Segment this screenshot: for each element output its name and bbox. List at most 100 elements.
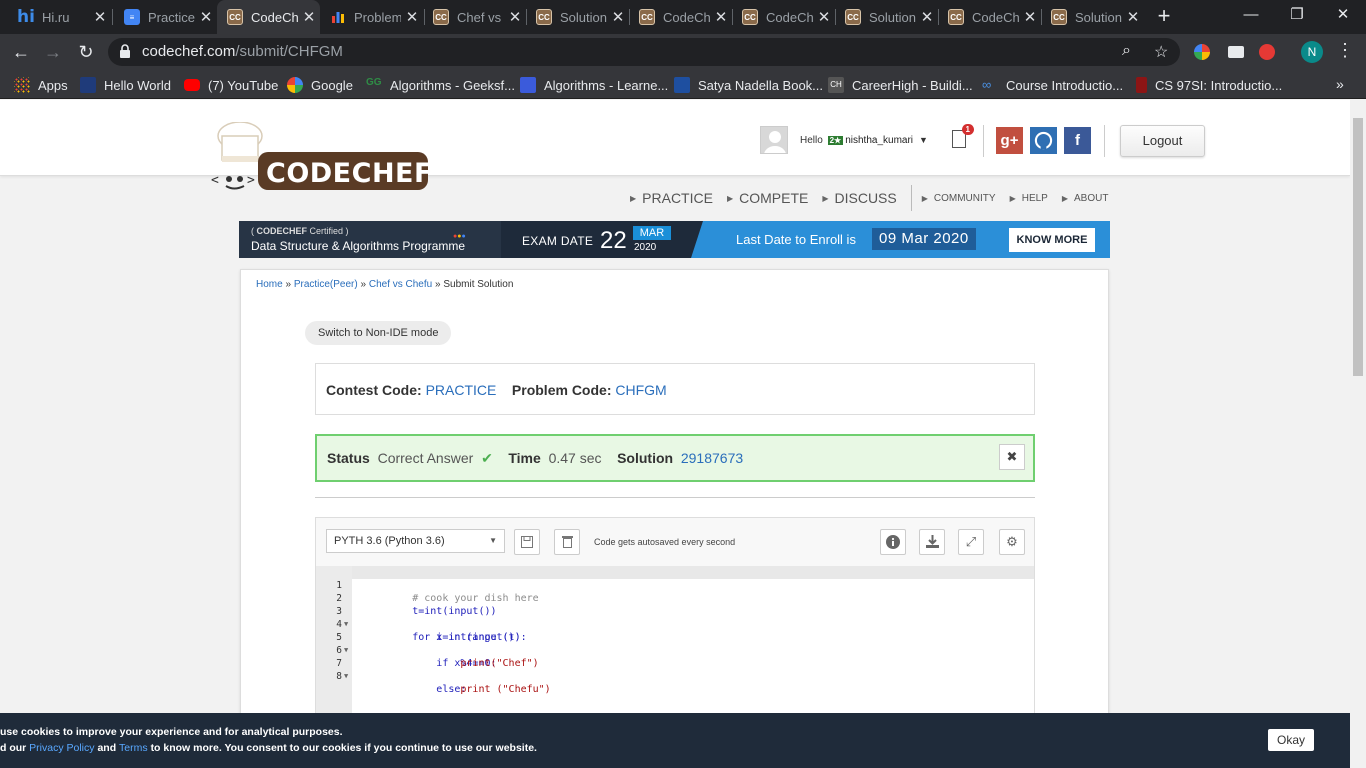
close-icon[interactable]: ✕ bbox=[916, 8, 938, 26]
codechef-logo[interactable]: < > CODECHEF bbox=[210, 122, 435, 200]
bookmark-youtube[interactable]: (7) YouTube bbox=[184, 76, 278, 94]
tab-solution[interactable]: CC Solution ✕ bbox=[1041, 0, 1144, 34]
close-icon[interactable]: ✕ bbox=[1019, 8, 1041, 26]
window-close-button[interactable]: ✕ bbox=[1320, 0, 1366, 30]
breadcrumb-problem[interactable]: Chef vs Chefu bbox=[369, 279, 432, 290]
tab-strip: hi Hi.ru ✕ ≡ Practice ✕ CC CodeChef ✕ Pr… bbox=[0, 0, 1366, 34]
privacy-policy-link[interactable]: Privacy Policy bbox=[29, 742, 94, 754]
close-icon[interactable]: ✕ bbox=[607, 8, 629, 26]
fullscreen-icon[interactable]: ⤢ bbox=[958, 529, 984, 555]
bookmark-satya-nadella[interactable]: Satya Nadella Book... bbox=[674, 76, 823, 94]
tab-codechef-active[interactable]: CC CodeChef ✕ bbox=[217, 0, 320, 34]
close-icon[interactable]: ✕ bbox=[1122, 8, 1144, 26]
gear-icon[interactable]: ⚙ bbox=[999, 529, 1025, 555]
fold-icon[interactable]: ▼ bbox=[344, 618, 348, 631]
breadcrumb-practice[interactable]: Practice(Peer) bbox=[294, 279, 358, 290]
bookmark-course-intro[interactable]: ∞ Course Introductio... bbox=[982, 76, 1123, 94]
tab-codechef[interactable]: CC CodeChef ✕ bbox=[732, 0, 835, 34]
tab-codechef[interactable]: CC CodeChef ✕ bbox=[938, 0, 1041, 34]
new-tab-button[interactable]: + bbox=[1152, 4, 1176, 28]
fold-icon[interactable]: ▼ bbox=[344, 670, 348, 683]
contest-code-label: Contest Code: bbox=[326, 382, 422, 398]
logout-button[interactable]: Logout bbox=[1120, 125, 1205, 157]
bookmark-cs97si[interactable]: CS 97SI: Introductio... bbox=[1136, 76, 1282, 94]
github-icon[interactable] bbox=[1030, 127, 1057, 154]
back-button[interactable]: ← bbox=[8, 39, 34, 65]
tab-codechef[interactable]: CC CodeChef ✕ bbox=[629, 0, 732, 34]
nav-about[interactable]: ▶ ABOUT bbox=[1062, 193, 1109, 204]
nav-compete[interactable]: ▶ COMPETE bbox=[727, 190, 808, 206]
page-scrollbar[interactable] bbox=[1350, 100, 1366, 768]
bookmark-apps[interactable]: Apps bbox=[14, 76, 68, 94]
close-icon[interactable]: ✕ bbox=[504, 8, 526, 26]
address-bar[interactable]: codechef.com/submit/CHFGM ⌕ ☆ bbox=[108, 38, 1180, 66]
check-icon: ✔ bbox=[481, 450, 493, 466]
cookie-text: to know more. You consent to our cookies… bbox=[150, 742, 537, 754]
close-icon[interactable]: ✕ bbox=[710, 8, 732, 26]
minimize-button[interactable]: — bbox=[1228, 0, 1274, 30]
bookmark-algorithms-learner[interactable]: Algorithms - Learne... bbox=[520, 76, 668, 94]
extension-folder-icon[interactable] bbox=[1228, 46, 1244, 58]
bookmarks-overflow-icon[interactable]: » bbox=[1336, 76, 1344, 92]
tab-problem[interactable]: Problem ✕ bbox=[320, 0, 423, 34]
stanford-icon bbox=[1136, 77, 1147, 93]
bookmark-geeksforgeeks[interactable]: GG Algorithms - Geeksf... bbox=[366, 76, 515, 94]
code-line: 3 ▼ for i in range (t): bbox=[336, 592, 1034, 643]
cookie-okay-button[interactable]: Okay bbox=[1268, 729, 1314, 751]
banner-exam-label: EXAM DATE bbox=[522, 234, 594, 248]
scrollbar-thumb[interactable] bbox=[1353, 118, 1363, 376]
time-label: Time bbox=[508, 450, 541, 466]
tab-chef-vs[interactable]: CC Chef vs ✕ bbox=[423, 0, 526, 34]
info-icon[interactable] bbox=[880, 529, 906, 555]
reload-button[interactable]: ↻ bbox=[73, 39, 99, 65]
contest-code-value[interactable]: PRACTICE bbox=[426, 382, 497, 398]
zoom-icon[interactable]: ⌕ bbox=[1122, 42, 1131, 60]
browser-menu-icon[interactable]: ⋮ bbox=[1336, 40, 1354, 61]
certification-banner[interactable]: ( CODECHEF Certified ) Data Structure & … bbox=[239, 221, 1110, 258]
problem-code-value[interactable]: CHFGM bbox=[615, 382, 666, 398]
restore-button[interactable]: ❐ bbox=[1274, 0, 1320, 30]
bookmark-hello-world[interactable]: Hello World bbox=[80, 76, 171, 94]
bookmark-star-icon[interactable]: ☆ bbox=[1154, 42, 1168, 62]
tab-hi-ru[interactable]: hi Hi.ru ✕ bbox=[8, 0, 111, 34]
trash-icon[interactable] bbox=[554, 529, 580, 555]
close-icon[interactable]: ✕ bbox=[813, 8, 835, 26]
fold-icon[interactable]: ▼ bbox=[344, 644, 348, 657]
tab-solution[interactable]: CC Solution ✕ bbox=[526, 0, 629, 34]
solution-link[interactable]: 29187673 bbox=[681, 450, 743, 466]
close-icon[interactable]: ✕ bbox=[89, 8, 111, 26]
google-plus-icon[interactable]: g+ bbox=[996, 127, 1023, 154]
nav-community[interactable]: ▶ COMMUNITY bbox=[922, 193, 996, 204]
close-icon[interactable]: ✕ bbox=[195, 8, 217, 26]
extension-icon[interactable] bbox=[1194, 44, 1210, 60]
nav-discuss[interactable]: ▶ DISCUSS bbox=[822, 190, 896, 206]
close-status-button[interactable]: ✖ bbox=[999, 444, 1025, 470]
close-icon[interactable]: ✕ bbox=[298, 8, 320, 26]
save-icon[interactable] bbox=[514, 529, 540, 555]
extension-red-icon[interactable] bbox=[1259, 44, 1275, 60]
nav-help[interactable]: ▶ HELP bbox=[1010, 193, 1048, 204]
switch-mode-button[interactable]: Switch to Non-IDE mode bbox=[305, 321, 452, 345]
close-icon[interactable]: ✕ bbox=[401, 8, 423, 26]
breadcrumb-home[interactable]: Home bbox=[256, 279, 283, 290]
terms-link[interactable]: Terms bbox=[119, 742, 148, 754]
tab-label: Problem bbox=[354, 9, 401, 25]
download-icon[interactable] bbox=[919, 529, 945, 555]
know-more-button[interactable]: KNOW MORE bbox=[1009, 228, 1095, 252]
codechef-icon: CC bbox=[948, 9, 964, 25]
language-select[interactable]: PYTH 3.6 (Python 3.6) ▼ bbox=[326, 529, 505, 553]
status-box: Status Correct Answer ✔ Time 0.47 sec So… bbox=[315, 434, 1035, 482]
profile-avatar[interactable]: N bbox=[1301, 41, 1323, 63]
tab-label: Hi.ru bbox=[42, 9, 70, 25]
forward-button[interactable]: → bbox=[40, 39, 66, 65]
facebook-icon[interactable]: f bbox=[1064, 127, 1091, 154]
nav-practice[interactable]: ▶ PRACTICE bbox=[630, 190, 713, 206]
bookmark-google[interactable]: Google bbox=[287, 76, 353, 94]
tab-solution[interactable]: CC Solution ✕ bbox=[835, 0, 938, 34]
tab-practice[interactable]: ≡ Practice ✕ bbox=[114, 0, 217, 34]
code-line: 7 ▼ else: bbox=[336, 644, 1034, 695]
user-menu[interactable]: Hello 2★ nishtha_kumari ▼ bbox=[760, 126, 928, 154]
bookmark-careerhigh[interactable]: CH CareerHigh - Buildi... bbox=[828, 76, 973, 94]
notification-icon[interactable]: 1 bbox=[952, 124, 974, 148]
chevron-down-icon[interactable]: ▼ bbox=[919, 135, 928, 145]
